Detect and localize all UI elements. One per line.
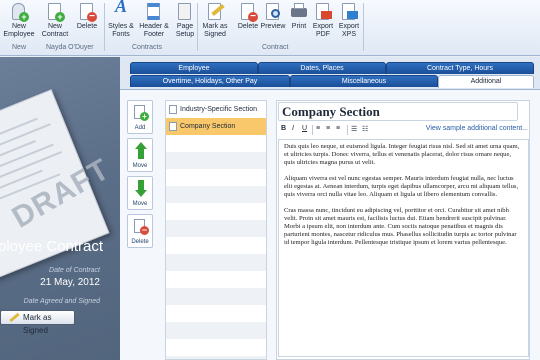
page-setup-label: Page Setup [175, 23, 195, 38]
delete-section-label: Delete [131, 239, 149, 245]
body-paragraph: Duis quis leo neque, ut euismod ligula. … [284, 143, 520, 166]
print-label: Print [291, 23, 307, 30]
new-employee-button[interactable]: + New Employee [3, 2, 35, 39]
contract-summary-panel: DRAFT ployee Contract Date of Contract 2… [0, 57, 120, 360]
mark-as-signed-side-label: Mark as Signed [23, 313, 52, 335]
delete-label: Delete [76, 23, 98, 30]
group-label-contracts: Contracts [132, 44, 162, 51]
tab-dates-places[interactable]: Dates, Places [258, 62, 386, 74]
section-doc-icon [169, 105, 177, 114]
bold-button[interactable]: B [281, 125, 286, 132]
section-label: Industry-Specific Section [180, 106, 258, 113]
sample-content-link[interactable]: View sample additional content... [426, 125, 528, 132]
preview-label: Preview [260, 23, 286, 30]
ribbon-separator [197, 3, 198, 51]
tab-additional[interactable]: Additional [438, 75, 534, 88]
new-employee-icon: + [9, 2, 29, 22]
list-item[interactable]: Company Section [166, 118, 266, 135]
numbered-list-icon[interactable]: ☷ [362, 125, 368, 133]
date-of-contract-value: 21 May, 2012 [40, 277, 100, 288]
ribbon-separator [363, 3, 364, 51]
date-signed-label: Date Agreed and Signed [23, 298, 100, 305]
move-up-button[interactable]: Move [127, 138, 153, 172]
pen-icon [205, 2, 225, 22]
tab-miscellaneous[interactable]: Miscellaneous [290, 75, 438, 87]
mark-as-signed-side-button[interactable]: Mark as Signed [0, 310, 75, 335]
add-label: Add [134, 125, 146, 131]
move-down-button[interactable]: Move [127, 176, 153, 210]
section-list: Industry-Specific Section Company Sectio… [165, 100, 267, 360]
ribbon-toolbar: + New Employee + New Contract − Delete A… [0, 0, 540, 56]
new-contract-button[interactable]: + New Contract [40, 2, 70, 39]
bullet-list-icon[interactable]: ☰ [351, 125, 357, 133]
contract-title: ployee Contract [0, 238, 104, 255]
delete-doc-icon: − [238, 2, 258, 22]
printer-icon [289, 2, 309, 22]
header-footer-label: Header & Footer [139, 23, 169, 38]
preview-icon [263, 2, 283, 22]
export-pdf-label: Export PDF [312, 23, 334, 38]
underline-button[interactable]: U [302, 125, 307, 132]
export-xps-button[interactable]: Export XPS [334, 2, 364, 39]
delete-icon: − [77, 2, 97, 22]
header-footer-button[interactable]: Header & Footer [138, 2, 170, 39]
body-paragraph: Aliquam viverra est vel nunc egestas sem… [284, 175, 519, 198]
mark-as-signed-label: Mark as Signed [202, 23, 228, 38]
section-body-textarea[interactable]: Duis quis leo neque, ut euismod ligula. … [278, 139, 529, 357]
export-xps-label: Export XPS [338, 23, 360, 38]
group-label-contract: Contract [262, 44, 289, 51]
toolbar-separator [347, 125, 348, 135]
align-center-icon[interactable]: ≡ [326, 125, 330, 132]
group-label-new: New [12, 44, 27, 51]
styles-fonts-button[interactable]: A Styles & Fonts [106, 0, 136, 39]
export-pdf-icon [313, 2, 333, 22]
toolbar-separator [312, 125, 313, 135]
section-title-field[interactable]: Company Section [278, 102, 518, 121]
group-label-user: Nayda O'Duyer [46, 44, 94, 51]
editor-area: Employee Dates, Places Contract Type, Ho… [120, 57, 540, 360]
mark-as-signed-button[interactable]: Mark as Signed [199, 2, 231, 39]
header-footer-icon [144, 2, 164, 22]
pen-icon [9, 312, 20, 323]
page-setup-icon [175, 2, 195, 22]
tab-overtime-holidays[interactable]: Overtime, Holidays, Other Pay [130, 75, 290, 87]
tab-contract-type-hours[interactable]: Contract Type, Hours [386, 62, 534, 74]
section-doc-icon [169, 122, 177, 131]
tab-employee[interactable]: Employee [130, 62, 258, 74]
move-up-label: Move [132, 163, 148, 169]
formatting-toolbar: B I U ≡ ≡ ≡ ☰ ☷ View sample additional c… [280, 125, 528, 136]
app-window: + New Employee + New Contract − Delete A… [0, 0, 540, 360]
align-left-icon[interactable]: ≡ [316, 125, 320, 132]
delete-contract-button[interactable]: − Delete [72, 2, 102, 31]
add-section-button[interactable]: + Add [127, 100, 153, 134]
additional-panel: + Add Move Move − Delete Industry-Specif… [120, 89, 540, 360]
plus-icon: + [140, 112, 149, 121]
minus-icon: − [140, 225, 149, 235]
export-xps-icon [339, 2, 359, 22]
date-of-contract-label: Date of Contract [49, 267, 100, 274]
body-paragraph: Cras massa nunc, tincidunt eu adipiscing… [284, 207, 517, 246]
ribbon-separator [104, 3, 105, 51]
styles-icon: A [115, 0, 128, 16]
styles-label: Styles & Fonts [108, 23, 134, 38]
delete-label-2: Delete [237, 23, 259, 30]
new-employee-label: New Employee [3, 23, 35, 38]
italic-button[interactable]: I [292, 125, 294, 132]
move-down-label: Move [132, 201, 148, 207]
new-contract-icon: + [45, 2, 65, 22]
list-item[interactable]: Industry-Specific Section [166, 101, 266, 118]
section-tools: + Add Move Move − Delete [127, 100, 153, 252]
new-contract-label: New Contract [41, 23, 69, 38]
page-setup-button[interactable]: Page Setup [170, 2, 200, 39]
section-editor: Company Section B I U ≡ ≡ ≡ ☰ ☷ View sam… [276, 100, 530, 360]
delete-section-button[interactable]: − Delete [127, 214, 153, 248]
align-right-icon[interactable]: ≡ [336, 125, 340, 132]
section-label: Company Section [180, 123, 236, 130]
